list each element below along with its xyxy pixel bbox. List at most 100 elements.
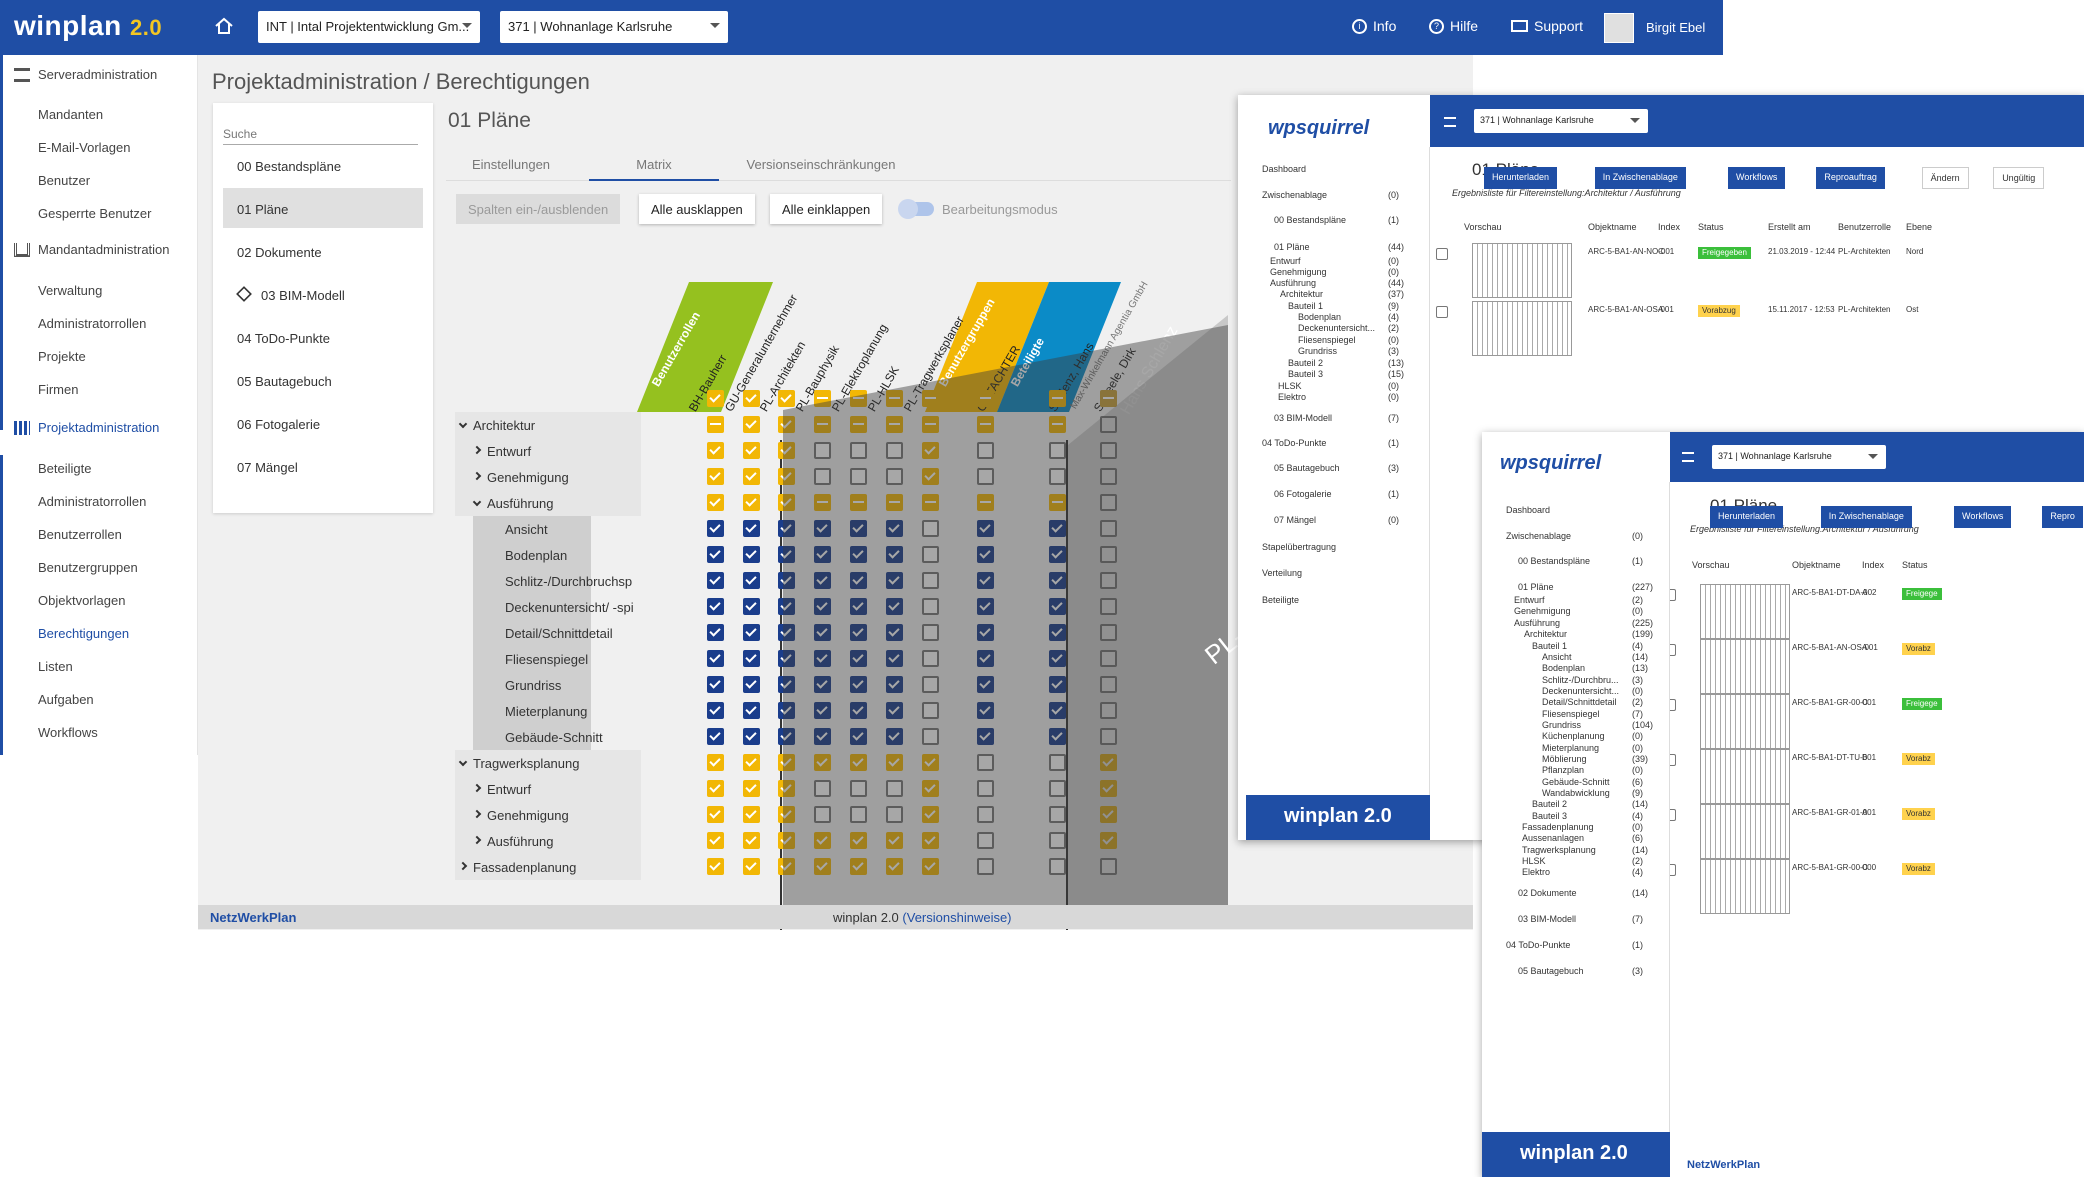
sq-nav-item[interactable]: Verteilung [1262,568,1302,578]
permission-checkbox[interactable] [1049,728,1066,745]
sq-nav-item[interactable]: Bauteil 1 [1288,301,1323,311]
sq-column-header[interactable]: Objektname [1588,222,1637,232]
sidebar-item[interactable]: Aufgaben [38,692,94,707]
sq-column-header[interactable]: Status [1902,560,1928,570]
permission-checkbox[interactable] [886,572,903,589]
permission-checkbox[interactable] [977,546,994,563]
permission-checkbox[interactable] [977,468,994,485]
permission-checkbox[interactable] [1100,754,1117,771]
permission-checkbox[interactable] [743,598,760,615]
permission-checkbox[interactable] [707,520,724,537]
column-select-checkbox[interactable] [1049,390,1066,407]
permission-checkbox[interactable] [707,650,724,667]
permission-checkbox[interactable] [977,728,994,745]
sq-nav-item[interactable]: HLSK [1278,381,1302,391]
sq-thumbnail[interactable] [1700,749,1790,804]
sidebar-item[interactable]: Projekte [38,349,86,364]
permission-checkbox[interactable] [743,546,760,563]
permission-checkbox[interactable] [922,780,939,797]
sq-nav-item[interactable]: Dashboard [1262,164,1306,174]
permission-checkbox[interactable] [814,676,831,693]
permission-checkbox[interactable] [922,806,939,823]
permission-checkbox[interactable] [850,650,867,667]
permission-checkbox[interactable] [814,416,831,433]
help-link[interactable]: ? Hilfe [1429,18,1478,34]
permission-checkbox[interactable] [1049,416,1066,433]
matrix-row[interactable]: Fliesenspiegel [455,646,1117,672]
permission-checkbox[interactable] [922,442,939,459]
permission-checkbox[interactable] [743,676,760,693]
chevron-right-icon[interactable] [472,835,482,845]
sq-nav-item[interactable]: Fassadenplanung [1522,822,1594,832]
permission-checkbox[interactable] [778,520,795,537]
sidebar-item-berechtigungen[interactable]: Berechtigungen [38,626,129,641]
permission-checkbox[interactable] [743,416,760,433]
permission-checkbox[interactable] [743,806,760,823]
matrix-row[interactable]: Gebäude-Schnitt [455,724,1117,750]
permission-checkbox[interactable] [778,806,795,823]
sq-nav-item[interactable]: Gebäude-Schnitt [1542,777,1610,787]
permission-checkbox[interactable] [707,832,724,849]
sq-thumbnail[interactable] [1700,859,1790,914]
permission-checkbox[interactable] [922,546,939,563]
sq-toolbar-button[interactable]: In Zwischenablage [1594,167,1686,189]
sq-nav-item[interactable]: Stapelübertragung [1262,542,1336,552]
permission-checkbox[interactable] [778,858,795,875]
permission-checkbox[interactable] [707,416,724,433]
sq-nav-item[interactable]: 02 Dokumente [1518,888,1577,898]
permission-checkbox[interactable] [886,806,903,823]
permission-checkbox[interactable] [977,494,994,511]
permission-checkbox[interactable] [1049,858,1066,875]
permission-checkbox[interactable] [1100,780,1117,797]
permission-checkbox[interactable] [707,442,724,459]
sq-thumbnail[interactable] [1700,804,1790,859]
permission-checkbox[interactable] [922,650,939,667]
sq-nav-item[interactable]: Ausführung [1514,618,1560,628]
permission-checkbox[interactable] [743,624,760,641]
permission-checkbox[interactable] [814,468,831,485]
sq-column-header[interactable]: Index [1862,560,1884,570]
project-select[interactable]: 371 | Wohnanlage Karlsruhe [1712,445,1886,469]
permission-checkbox[interactable] [977,442,994,459]
sq-nav-item[interactable]: Aussenanlagen [1522,833,1584,843]
sq-nav-item[interactable]: Entwurf [1270,256,1301,266]
sidebar-section-client[interactable]: Mandantadministration [14,242,170,257]
matrix-row[interactable]: Fassadenplanung [455,854,1117,880]
sq-nav-item[interactable]: HLSK [1522,856,1546,866]
sq-nav-item[interactable]: Deckenuntersicht... [1298,323,1375,333]
sq-column-header[interactable]: Benutzerrolle [1838,222,1891,232]
permission-checkbox[interactable] [922,624,939,641]
sidebar-item[interactable]: Benutzer [38,173,90,188]
sq-nav-item[interactable]: Grundriss [1298,346,1337,356]
permission-checkbox[interactable] [1100,728,1117,745]
permission-checkbox[interactable] [814,754,831,771]
permission-checkbox[interactable] [814,702,831,719]
column-select-checkbox[interactable] [1100,390,1117,407]
sq-nav-item[interactable]: 05 Bautagebuch [1274,463,1340,473]
sq-nav-item[interactable]: 01 Pläne [1518,582,1554,592]
permission-checkbox[interactable] [850,806,867,823]
permission-checkbox[interactable] [814,806,831,823]
permission-checkbox[interactable] [977,702,994,719]
permission-checkbox[interactable] [778,416,795,433]
permission-checkbox[interactable] [778,728,795,745]
permission-checkbox[interactable] [886,650,903,667]
sq-column-header[interactable]: Status [1698,222,1724,232]
sq-toolbar-button[interactable]: Ungültig [1993,167,2045,189]
permission-checkbox[interactable] [886,624,903,641]
permission-checkbox[interactable] [707,754,724,771]
project-select[interactable]: 371 | Wohnanlage Karlsruhe [500,11,728,43]
permission-checkbox[interactable] [778,702,795,719]
user-name[interactable]: Birgit Ebel [1646,20,1705,35]
sq-nav-item[interactable]: Bauteil 2 [1288,358,1323,368]
permission-checkbox[interactable] [1100,442,1117,459]
permission-checkbox[interactable] [922,416,939,433]
sq-toolbar-button[interactable]: Workflows [1728,167,1786,189]
permission-checkbox[interactable] [850,572,867,589]
sidebar-item[interactable]: Mandanten [38,107,103,122]
sq-nav-item[interactable]: Ansicht [1542,652,1572,662]
sq-nav-item[interactable]: Bauteil 3 [1532,811,1567,821]
permission-checkbox[interactable] [886,468,903,485]
sq-row-checkbox[interactable] [1436,306,1448,318]
sq-nav-item[interactable]: 00 Bestandspläne [1518,556,1590,566]
